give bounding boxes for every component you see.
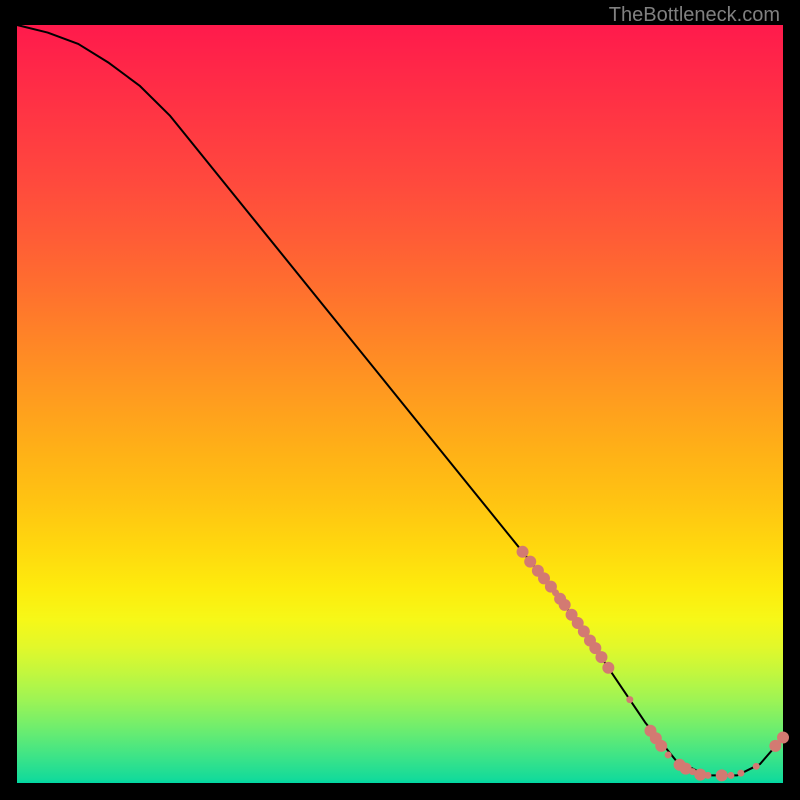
chart-marker [727,772,734,779]
chart-marker [626,696,633,703]
chart-marker [753,763,760,770]
chart-marker [737,770,744,777]
chart-marker [694,769,706,781]
chart-marker [716,769,728,781]
chart-marker [559,599,571,611]
chart-marker [704,772,711,779]
chart-marker [665,751,672,758]
chart-curve [17,25,783,775]
chart-svg [17,25,783,783]
chart-markers [517,546,789,782]
chart-marker [602,662,614,674]
chart-marker [655,740,667,752]
chart-marker [517,546,529,558]
chart-marker [777,732,789,744]
chart-marker [595,651,607,663]
watermark-text: TheBottleneck.com [609,4,780,27]
